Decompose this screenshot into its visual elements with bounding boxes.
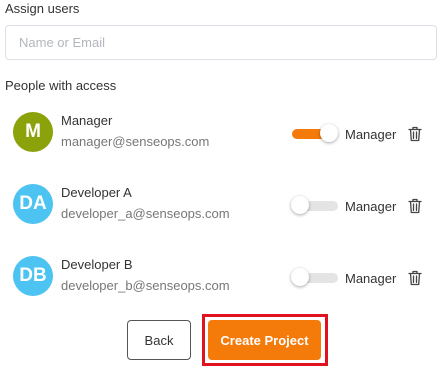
assign-users-label: Assign users xyxy=(5,1,80,16)
avatar: DB xyxy=(13,256,53,296)
manager-toggle[interactable] xyxy=(291,268,338,286)
avatar: DA xyxy=(13,184,53,224)
trash-icon[interactable] xyxy=(408,198,422,214)
person-email: developer_b@senseops.com xyxy=(61,278,230,293)
create-project-button[interactable]: Create Project xyxy=(208,320,321,360)
person-row: DA Developer A developer_a@senseops.com … xyxy=(0,175,446,231)
role-label: Manager xyxy=(345,271,397,286)
search-input[interactable] xyxy=(5,25,437,60)
person-name: Developer B xyxy=(61,257,133,272)
person-row: DB Developer B developer_b@senseops.com … xyxy=(0,247,446,303)
people-with-access-label: People with access xyxy=(5,78,117,93)
manager-toggle[interactable] xyxy=(292,124,338,142)
toggle-knob xyxy=(291,268,309,286)
avatar: M xyxy=(13,112,53,152)
person-row: M Manager manager@senseops.com Manager xyxy=(0,103,446,159)
person-name: Developer A xyxy=(61,185,132,200)
role-label: Manager xyxy=(345,127,397,142)
person-email: developer_a@senseops.com xyxy=(61,206,230,221)
role-label: Manager xyxy=(345,199,397,214)
toggle-knob xyxy=(320,124,338,142)
toggle-knob xyxy=(291,196,309,214)
back-button[interactable]: Back xyxy=(127,320,191,360)
trash-icon[interactable] xyxy=(408,270,422,286)
person-name: Manager xyxy=(61,113,113,128)
person-email: manager@senseops.com xyxy=(61,134,210,149)
trash-icon[interactable] xyxy=(408,126,422,142)
manager-toggle[interactable] xyxy=(291,196,338,214)
